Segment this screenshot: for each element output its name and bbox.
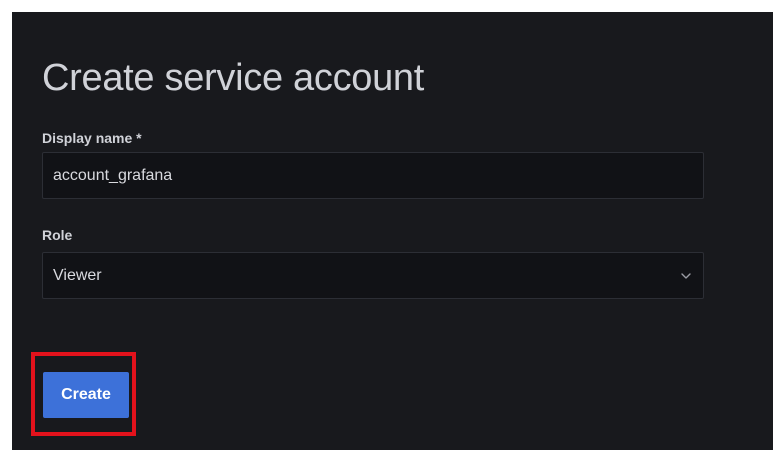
create-service-account-panel: Create service account Display name * Ro… (12, 12, 773, 450)
chevron-down-icon (679, 269, 693, 283)
role-label: Role (42, 227, 73, 243)
role-select[interactable]: Viewer (42, 252, 704, 299)
display-name-label: Display name * (42, 130, 142, 146)
page-title: Create service account (42, 57, 425, 99)
display-name-input[interactable] (42, 152, 704, 199)
role-select-value: Viewer (53, 266, 102, 284)
create-button[interactable]: Create (43, 372, 129, 418)
